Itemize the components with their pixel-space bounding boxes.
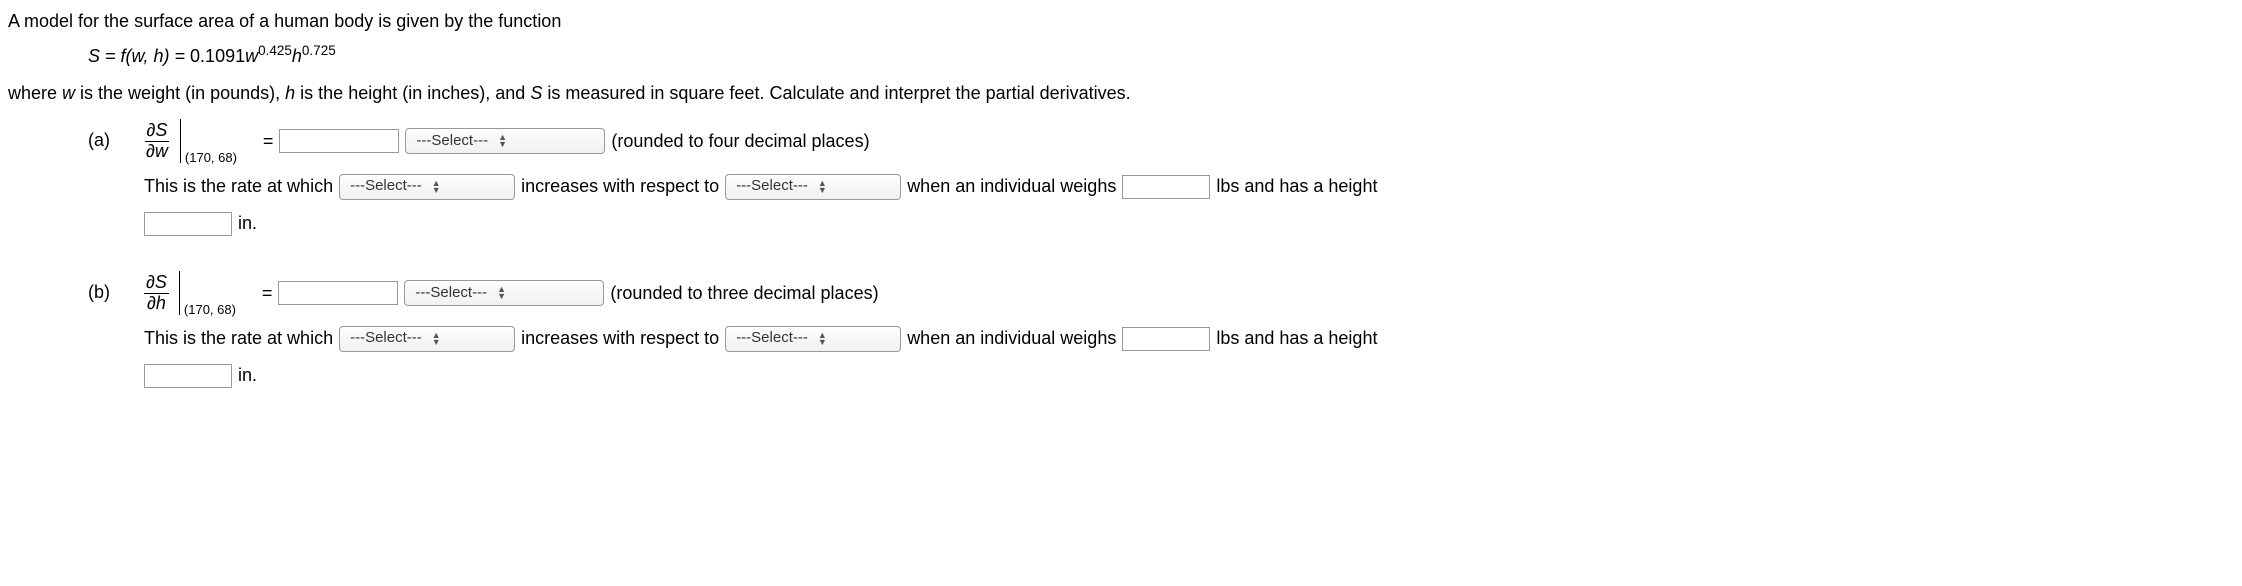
- a-sentence-t2: increases with respect to: [521, 173, 719, 200]
- select-placeholder: ---Select---: [350, 175, 422, 198]
- b-sentence-t3: when an individual weighs: [907, 325, 1116, 352]
- part-b-label: (b): [88, 271, 144, 306]
- question-container: A model for the surface area of a human …: [8, 8, 2242, 399]
- where-h: h: [285, 83, 295, 103]
- part-a-row1: ∂S ∂w (170, 68) = ---Select--- ▲▼ (round…: [144, 119, 2242, 163]
- a-sentence-t5: in.: [238, 210, 257, 237]
- part-a-body: ∂S ∂w (170, 68) = ---Select--- ▲▼ (round…: [144, 119, 2242, 247]
- rate-of-select-b[interactable]: ---Select--- ▲▼: [339, 326, 515, 352]
- formula-exp2: 0.725: [302, 43, 336, 58]
- eval-bar-b: (170, 68): [179, 271, 180, 315]
- b-sentence-t2: increases with respect to: [521, 325, 719, 352]
- part-b-row1: ∂S ∂h (170, 68) = ---Select--- ▲▼ (round…: [144, 271, 2242, 315]
- formula: S = f(w, h) = 0.1091w0.425h0.725: [88, 41, 2242, 70]
- part-b-body: ∂S ∂h (170, 68) = ---Select--- ▲▼ (round…: [144, 271, 2242, 399]
- where-t4: is measured in square feet. Calculate an…: [542, 83, 1130, 103]
- partial-dS-dh: ∂S ∂h: [144, 273, 169, 314]
- eval-bar-a: (170, 68): [180, 119, 181, 163]
- units-select-a[interactable]: ---Select--- ▲▼: [405, 128, 605, 154]
- rate-of-select-a[interactable]: ---Select--- ▲▼: [339, 174, 515, 200]
- stepper-icon: ▲▼: [432, 180, 441, 194]
- weight-input-a[interactable]: [1122, 175, 1210, 199]
- a-sentence-t4: lbs and has a height: [1216, 173, 1377, 200]
- a-sentence-t1: This is the rate at which: [144, 173, 333, 200]
- part-a-label: (a): [88, 119, 144, 154]
- where-t2: is the weight (in pounds),: [75, 83, 285, 103]
- partial-num-b: ∂S: [144, 273, 169, 294]
- part-a-row3: in.: [144, 210, 2242, 237]
- b-sentence-t4: lbs and has a height: [1216, 325, 1377, 352]
- a-sentence-t3: when an individual weighs: [907, 173, 1116, 200]
- stepper-icon: ▲▼: [432, 332, 441, 346]
- part-a-row2: This is the rate at which ---Select--- ▲…: [144, 173, 2242, 200]
- select-placeholder: ---Select---: [350, 327, 422, 350]
- respect-to-select-a[interactable]: ---Select--- ▲▼: [725, 174, 901, 200]
- select-placeholder: ---Select---: [736, 327, 808, 350]
- formula-h: h: [292, 46, 302, 66]
- equals-b: =: [262, 280, 273, 307]
- where-t3: is the height (in inches), and: [295, 83, 530, 103]
- eval-point-a: (170, 68): [185, 148, 237, 168]
- units-select-b[interactable]: ---Select--- ▲▼: [404, 280, 604, 306]
- rounded-note-a: (rounded to four decimal places): [611, 128, 869, 155]
- partial-num-a: ∂S: [145, 121, 170, 142]
- answer-input-b[interactable]: [278, 281, 398, 305]
- height-input-a[interactable]: [144, 212, 232, 236]
- equals-a: =: [263, 128, 274, 155]
- where-w: w: [62, 83, 75, 103]
- partial-dS-dw: ∂S ∂w: [144, 121, 170, 162]
- formula-lhs: S = f(w, h) =: [88, 46, 190, 66]
- select-placeholder: ---Select---: [415, 282, 487, 305]
- b-sentence-t1: This is the rate at which: [144, 325, 333, 352]
- select-placeholder: ---Select---: [736, 175, 808, 198]
- stepper-icon: ▲▼: [818, 332, 827, 346]
- intro-text: A model for the surface area of a human …: [8, 8, 2242, 35]
- partial-den-b: ∂h: [145, 294, 168, 314]
- stepper-icon: ▲▼: [818, 180, 827, 194]
- respect-to-select-b[interactable]: ---Select--- ▲▼: [725, 326, 901, 352]
- height-input-b[interactable]: [144, 364, 232, 388]
- b-sentence-t5: in.: [238, 362, 257, 389]
- formula-w: w: [245, 46, 258, 66]
- where-S: S: [530, 83, 542, 103]
- where-t1: where: [8, 83, 62, 103]
- stepper-icon: ▲▼: [497, 286, 506, 300]
- select-placeholder: ---Select---: [416, 130, 488, 153]
- rounded-note-b: (rounded to three decimal places): [610, 280, 878, 307]
- where-text: where w is the weight (in pounds), h is …: [8, 80, 2242, 107]
- partial-den-a: ∂w: [144, 142, 170, 162]
- answer-input-a[interactable]: [279, 129, 399, 153]
- part-b-row2: This is the rate at which ---Select--- ▲…: [144, 325, 2242, 352]
- part-b-row3: in.: [144, 362, 2242, 389]
- part-b: (b) ∂S ∂h (170, 68) = ---Select--- ▲▼ (r…: [88, 271, 2242, 399]
- stepper-icon: ▲▼: [498, 134, 507, 148]
- weight-input-b[interactable]: [1122, 327, 1210, 351]
- eval-point-b: (170, 68): [184, 300, 236, 320]
- formula-coef: 0.1091: [190, 46, 245, 66]
- formula-exp1: 0.425: [258, 43, 292, 58]
- part-a: (a) ∂S ∂w (170, 68) = ---Select--- ▲▼ (r…: [88, 119, 2242, 247]
